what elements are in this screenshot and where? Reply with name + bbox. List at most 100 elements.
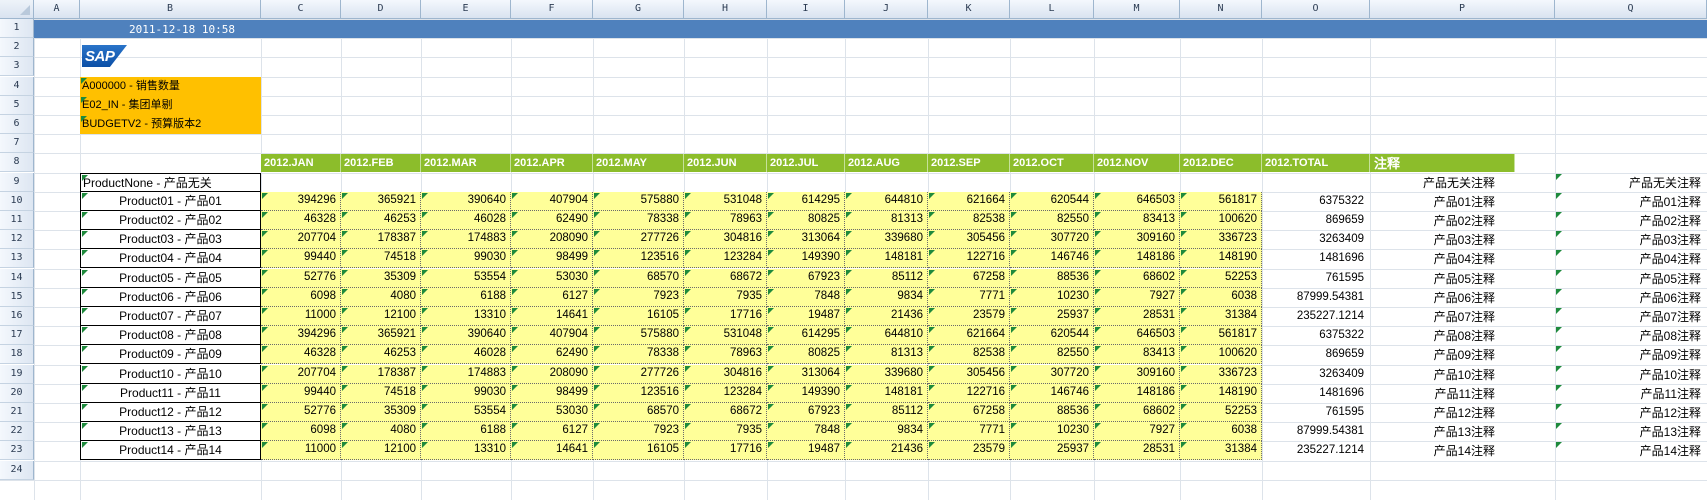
row-header-11[interactable]: 11	[0, 211, 34, 230]
data-cell[interactable]: 148186	[1094, 384, 1180, 403]
data-cell[interactable]: 35309	[341, 403, 421, 422]
row-header-14[interactable]: 14	[0, 269, 34, 288]
data-cell[interactable]: 207704	[261, 230, 341, 249]
note-cell-r[interactable]: 产品11注释	[1555, 384, 1707, 403]
data-cell[interactable]: 365921	[341, 326, 421, 345]
column-header-b[interactable]: B	[80, 0, 261, 19]
data-cell[interactable]: 11000	[261, 441, 341, 460]
column-header-i[interactable]: I	[767, 0, 845, 19]
data-cell[interactable]: 80825	[767, 211, 845, 230]
data-cell[interactable]: 82538	[928, 211, 1010, 230]
data-cell[interactable]: 561817	[1180, 192, 1262, 211]
data-cell[interactable]: 7927	[1094, 422, 1180, 441]
data-cell[interactable]: 644810	[845, 192, 928, 211]
data-cell[interactable]: 390640	[421, 192, 511, 211]
row-header-15[interactable]: 15	[0, 288, 34, 307]
data-cell[interactable]: 99030	[421, 249, 511, 268]
data-cell[interactable]: 174883	[421, 365, 511, 384]
note-cell[interactable]: 产品09注释	[1370, 345, 1515, 364]
dimension-cell[interactable]: A000000 - 销售数量	[80, 77, 261, 96]
data-cell[interactable]: 78338	[593, 211, 684, 230]
note-cell[interactable]: 产品02注释	[1370, 211, 1515, 230]
row-header-6[interactable]: 6	[0, 115, 34, 134]
data-cell[interactable]: 46253	[341, 345, 421, 364]
data-cell[interactable]: 6127	[511, 288, 593, 307]
data-cell[interactable]: 52776	[261, 403, 341, 422]
data-cell[interactable]: 17716	[684, 441, 767, 460]
note-cell[interactable]: 产品06注释	[1370, 288, 1515, 307]
note-cell[interactable]: 产品04注释	[1370, 249, 1515, 268]
data-cell[interactable]: 21436	[845, 307, 928, 326]
data-cell[interactable]: 53030	[511, 403, 593, 422]
column-header-f[interactable]: F	[511, 0, 593, 19]
data-cell[interactable]: 6038	[1180, 288, 1262, 307]
row-header-21[interactable]: 21	[0, 403, 34, 422]
data-cell[interactable]: 68570	[593, 403, 684, 422]
data-cell[interactable]: 336723	[1180, 365, 1262, 384]
total-cell[interactable]: 1481696	[1262, 384, 1370, 403]
data-cell[interactable]: 277726	[593, 365, 684, 384]
product-name-cell[interactable]: Product09 - 产品09	[80, 345, 261, 364]
data-cell[interactable]: 100620	[1180, 211, 1262, 230]
timestamp-cell[interactable]: 2011-12-18 10:58	[80, 20, 380, 38]
data-cell[interactable]: 17716	[684, 307, 767, 326]
data-cell[interactable]: 99030	[421, 384, 511, 403]
month-header[interactable]: 2012.DEC	[1180, 154, 1262, 172]
row-header-12[interactable]: 12	[0, 230, 34, 249]
data-cell[interactable]: 74518	[341, 384, 421, 403]
product-name-cell[interactable]: Product08 - 产品08	[80, 326, 261, 345]
data-cell[interactable]: 339680	[845, 365, 928, 384]
note-cell-r[interactable]: 产品04注释	[1555, 249, 1707, 268]
select-all-corner[interactable]	[0, 0, 34, 19]
month-header[interactable]: 2012.APR	[511, 154, 593, 172]
data-cell[interactable]: 620544	[1010, 326, 1094, 345]
column-header-k[interactable]: K	[928, 0, 1010, 19]
data-cell[interactable]: 305456	[928, 230, 1010, 249]
month-header[interactable]: 2012.JUL	[767, 154, 845, 172]
data-cell[interactable]: 6188	[421, 422, 511, 441]
data-cell[interactable]: 16105	[593, 307, 684, 326]
data-cell[interactable]: 68672	[684, 403, 767, 422]
data-cell[interactable]: 646503	[1094, 192, 1180, 211]
total-cell[interactable]: 87999.54381	[1262, 288, 1370, 307]
total-cell[interactable]: 761595	[1262, 269, 1370, 288]
data-cell[interactable]: 305456	[928, 365, 1010, 384]
data-cell[interactable]: 339680	[845, 230, 928, 249]
data-cell[interactable]: 85112	[845, 403, 928, 422]
data-cell[interactable]: 67258	[928, 403, 1010, 422]
data-cell[interactable]: 146746	[1010, 249, 1094, 268]
row-header-10[interactable]: 10	[0, 192, 34, 211]
data-cell[interactable]: 149390	[767, 249, 845, 268]
data-cell[interactable]: 575880	[593, 326, 684, 345]
data-cell[interactable]: 13310	[421, 307, 511, 326]
data-cell[interactable]: 207704	[261, 365, 341, 384]
column-header-d[interactable]: D	[341, 0, 421, 19]
data-cell[interactable]: 620544	[1010, 192, 1094, 211]
data-cell[interactable]: 16105	[593, 441, 684, 460]
data-cell[interactable]: 7771	[928, 288, 1010, 307]
data-cell[interactable]: 644810	[845, 326, 928, 345]
data-cell[interactable]: 149390	[767, 384, 845, 403]
total-cell[interactable]: 6375322	[1262, 192, 1370, 211]
data-cell[interactable]: 78338	[593, 345, 684, 364]
dimension-cell[interactable]: BUDGETV2 - 预算版本2	[80, 115, 261, 134]
column-header-h[interactable]: H	[684, 0, 767, 19]
data-cell[interactable]: 19487	[767, 441, 845, 460]
data-cell[interactable]: 25937	[1010, 307, 1094, 326]
column-header-j[interactable]: J	[845, 0, 928, 19]
product-none-cell[interactable]: ProductNone - 产品无关	[80, 173, 261, 192]
data-cell[interactable]: 208090	[511, 365, 593, 384]
data-cell[interactable]: 98499	[511, 384, 593, 403]
data-cell[interactable]: 148181	[845, 384, 928, 403]
data-cell[interactable]: 123516	[593, 384, 684, 403]
data-cell[interactable]: 99440	[261, 249, 341, 268]
data-cell[interactable]: 81313	[845, 345, 928, 364]
column-header-c[interactable]: C	[261, 0, 341, 19]
data-cell[interactable]: 25937	[1010, 441, 1094, 460]
product-name-cell[interactable]: Product06 - 产品06	[80, 288, 261, 307]
note-cell[interactable]: 产品05注释	[1370, 269, 1515, 288]
product-none-note-r[interactable]: 产品无关注释	[1555, 173, 1707, 192]
data-cell[interactable]: 7923	[593, 288, 684, 307]
row-header-19[interactable]: 19	[0, 365, 34, 384]
product-none-note[interactable]: 产品无关注释	[1262, 173, 1515, 192]
